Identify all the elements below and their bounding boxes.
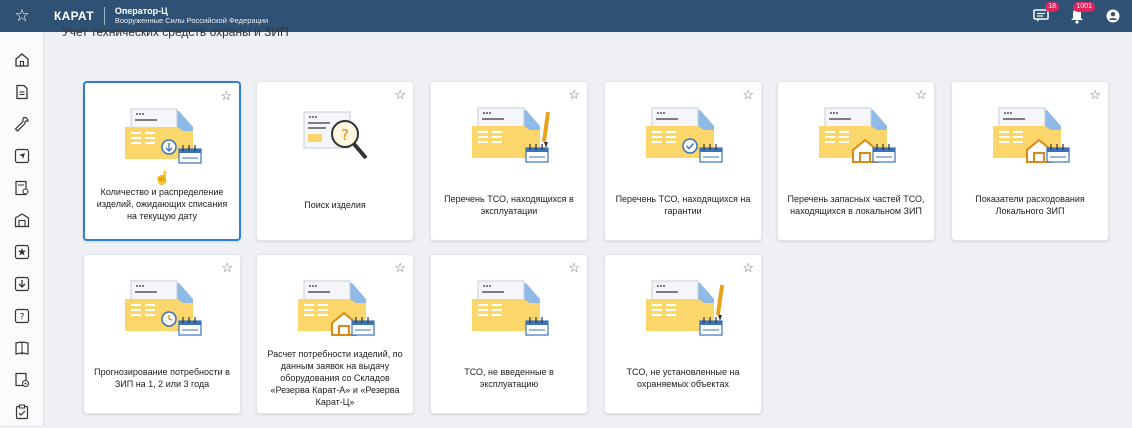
report-card[interactable]: ☆ Прогнозирование потребности в ЗИП на 1,…: [83, 254, 241, 414]
divider: [103, 7, 105, 25]
card-label: ТСО, не установленные на охраняемых объе…: [626, 367, 740, 389]
sidebar-item-map[interactable]: [0, 140, 44, 172]
favorite-star-icon[interactable]: ☆: [394, 87, 406, 103]
favorite-star-icon[interactable]: ☆: [1089, 87, 1101, 103]
card-label: Перечень ТСО, находящихся в эксплуатации: [444, 194, 574, 216]
notifications-badge: 1001: [1073, 2, 1095, 12]
report-card[interactable]: ☆ Перечень ТСО, находящихся в эксплуатаци…: [430, 81, 588, 241]
favorite-star-icon[interactable]: ☆: [568, 260, 580, 276]
favorite-star-icon[interactable]: ☆: [568, 87, 580, 103]
card-label: Прогнозирование потребности в ЗИП на 1, …: [94, 367, 230, 389]
notifications-button[interactable]: 1001: [1068, 2, 1095, 25]
card-label: Перечень запасных частей ТСО, находящихс…: [787, 194, 925, 216]
report-icon: [15, 180, 29, 196]
card-label: Расчет потребности изделий, по данным за…: [267, 349, 403, 407]
sidebar: ?: [0, 32, 44, 425]
card-label: ТСО, не введенные в эксплуатацию: [464, 367, 554, 389]
sidebar-item-tools[interactable]: [0, 108, 44, 140]
folder-clock-icon: [84, 275, 240, 341]
favorite-star-icon[interactable]: ☆: [915, 87, 927, 103]
map-pin-icon: [14, 148, 30, 164]
sidebar-item-checklist[interactable]: [0, 396, 44, 428]
sidebar-item-favorites[interactable]: [0, 236, 44, 268]
user-org-block: Оператор-Ц Вооруженные Силы Российской Ф…: [115, 6, 268, 26]
svg-text:?: ?: [341, 126, 349, 144]
report-card[interactable]: ☆ Показатели расходования Локального ЗИП: [951, 81, 1109, 241]
document-settings-icon: [15, 372, 30, 388]
question-box-icon: ?: [14, 308, 30, 324]
report-card[interactable]: ☆ Расчет потребности изделий, по данным з…: [256, 254, 414, 414]
folder-calendar-icon: [431, 275, 587, 341]
favorite-star-icon[interactable]: ☆: [394, 260, 406, 276]
sidebar-item-library[interactable]: [0, 332, 44, 364]
folder-check-icon: [605, 102, 761, 168]
search-document-icon: ?: [257, 102, 413, 168]
favorite-star-icon[interactable]: ☆: [220, 88, 232, 104]
document-icon: [16, 84, 28, 100]
favorite-star-icon[interactable]: ☆: [221, 260, 233, 276]
report-card[interactable]: ☆ Количество и распределение изделий, ожи…: [83, 81, 241, 241]
book-icon: [15, 341, 29, 355]
svg-text:?: ?: [20, 313, 25, 323]
star-box-icon: [14, 244, 30, 260]
folder-warehouse-icon: [952, 102, 1108, 168]
folder-warehouse-icon: [257, 275, 413, 341]
folder-download-icon: [85, 103, 239, 169]
warehouse-icon: [14, 213, 30, 228]
folder-warehouse-icon: [778, 102, 934, 168]
favorite-star-icon[interactable]: ☆: [742, 87, 754, 103]
messages-button[interactable]: 18: [1032, 2, 1059, 25]
clipboard-check-icon: [15, 404, 29, 420]
card-label: Поиск изделия: [304, 200, 366, 210]
mouse-cursor-icon: ☝: [154, 170, 171, 185]
report-card[interactable]: ☆ Перечень запасных частей ТСО, находящих…: [777, 81, 935, 241]
sidebar-item-downloads[interactable]: [0, 268, 44, 300]
sidebar-item-settings[interactable]: [0, 364, 44, 396]
folder-pen-icon: [431, 102, 587, 168]
user-profile-button[interactable]: [1104, 7, 1122, 25]
report-card[interactable]: ☆ Перечень ТСО, находящихся на гарантии: [604, 81, 762, 241]
favorites-star-icon[interactable]: ☆: [0, 0, 44, 32]
page-title: Учет технических средств охраны и ЗИП: [62, 25, 289, 39]
report-card[interactable]: ☆? Поиск изделия: [256, 81, 414, 241]
sidebar-item-help[interactable]: ?: [0, 300, 44, 332]
user-role: Оператор-Ц: [114, 6, 168, 16]
messages-badge: 18: [1045, 2, 1059, 12]
main-content: Учет технических средств охраны и ЗИП ☆ К…: [44, 25, 1132, 425]
home-icon: [15, 53, 29, 67]
report-card[interactable]: ☆ ТСО, не установленные на охраняемых объ…: [604, 254, 762, 414]
favorite-star-icon[interactable]: ☆: [742, 260, 754, 276]
card-label: Показатели расходования Локального ЗИП: [975, 194, 1085, 216]
card-label: Перечень ТСО, находящихся на гарантии: [615, 194, 751, 216]
user-avatar-icon: [1106, 9, 1120, 23]
wrench-icon: [14, 116, 29, 132]
app-brand[interactable]: КАРАТ: [54, 9, 94, 23]
sidebar-item-documents[interactable]: [0, 76, 44, 108]
sidebar-item-home[interactable]: [0, 44, 44, 76]
folder-pen-icon: [605, 275, 761, 341]
download-box-icon: [14, 276, 30, 292]
sidebar-item-storage[interactable]: [0, 204, 44, 236]
sidebar-item-reports[interactable]: [0, 172, 44, 204]
report-card[interactable]: ☆ ТСО, не введенные в эксплуатацию: [430, 254, 588, 414]
